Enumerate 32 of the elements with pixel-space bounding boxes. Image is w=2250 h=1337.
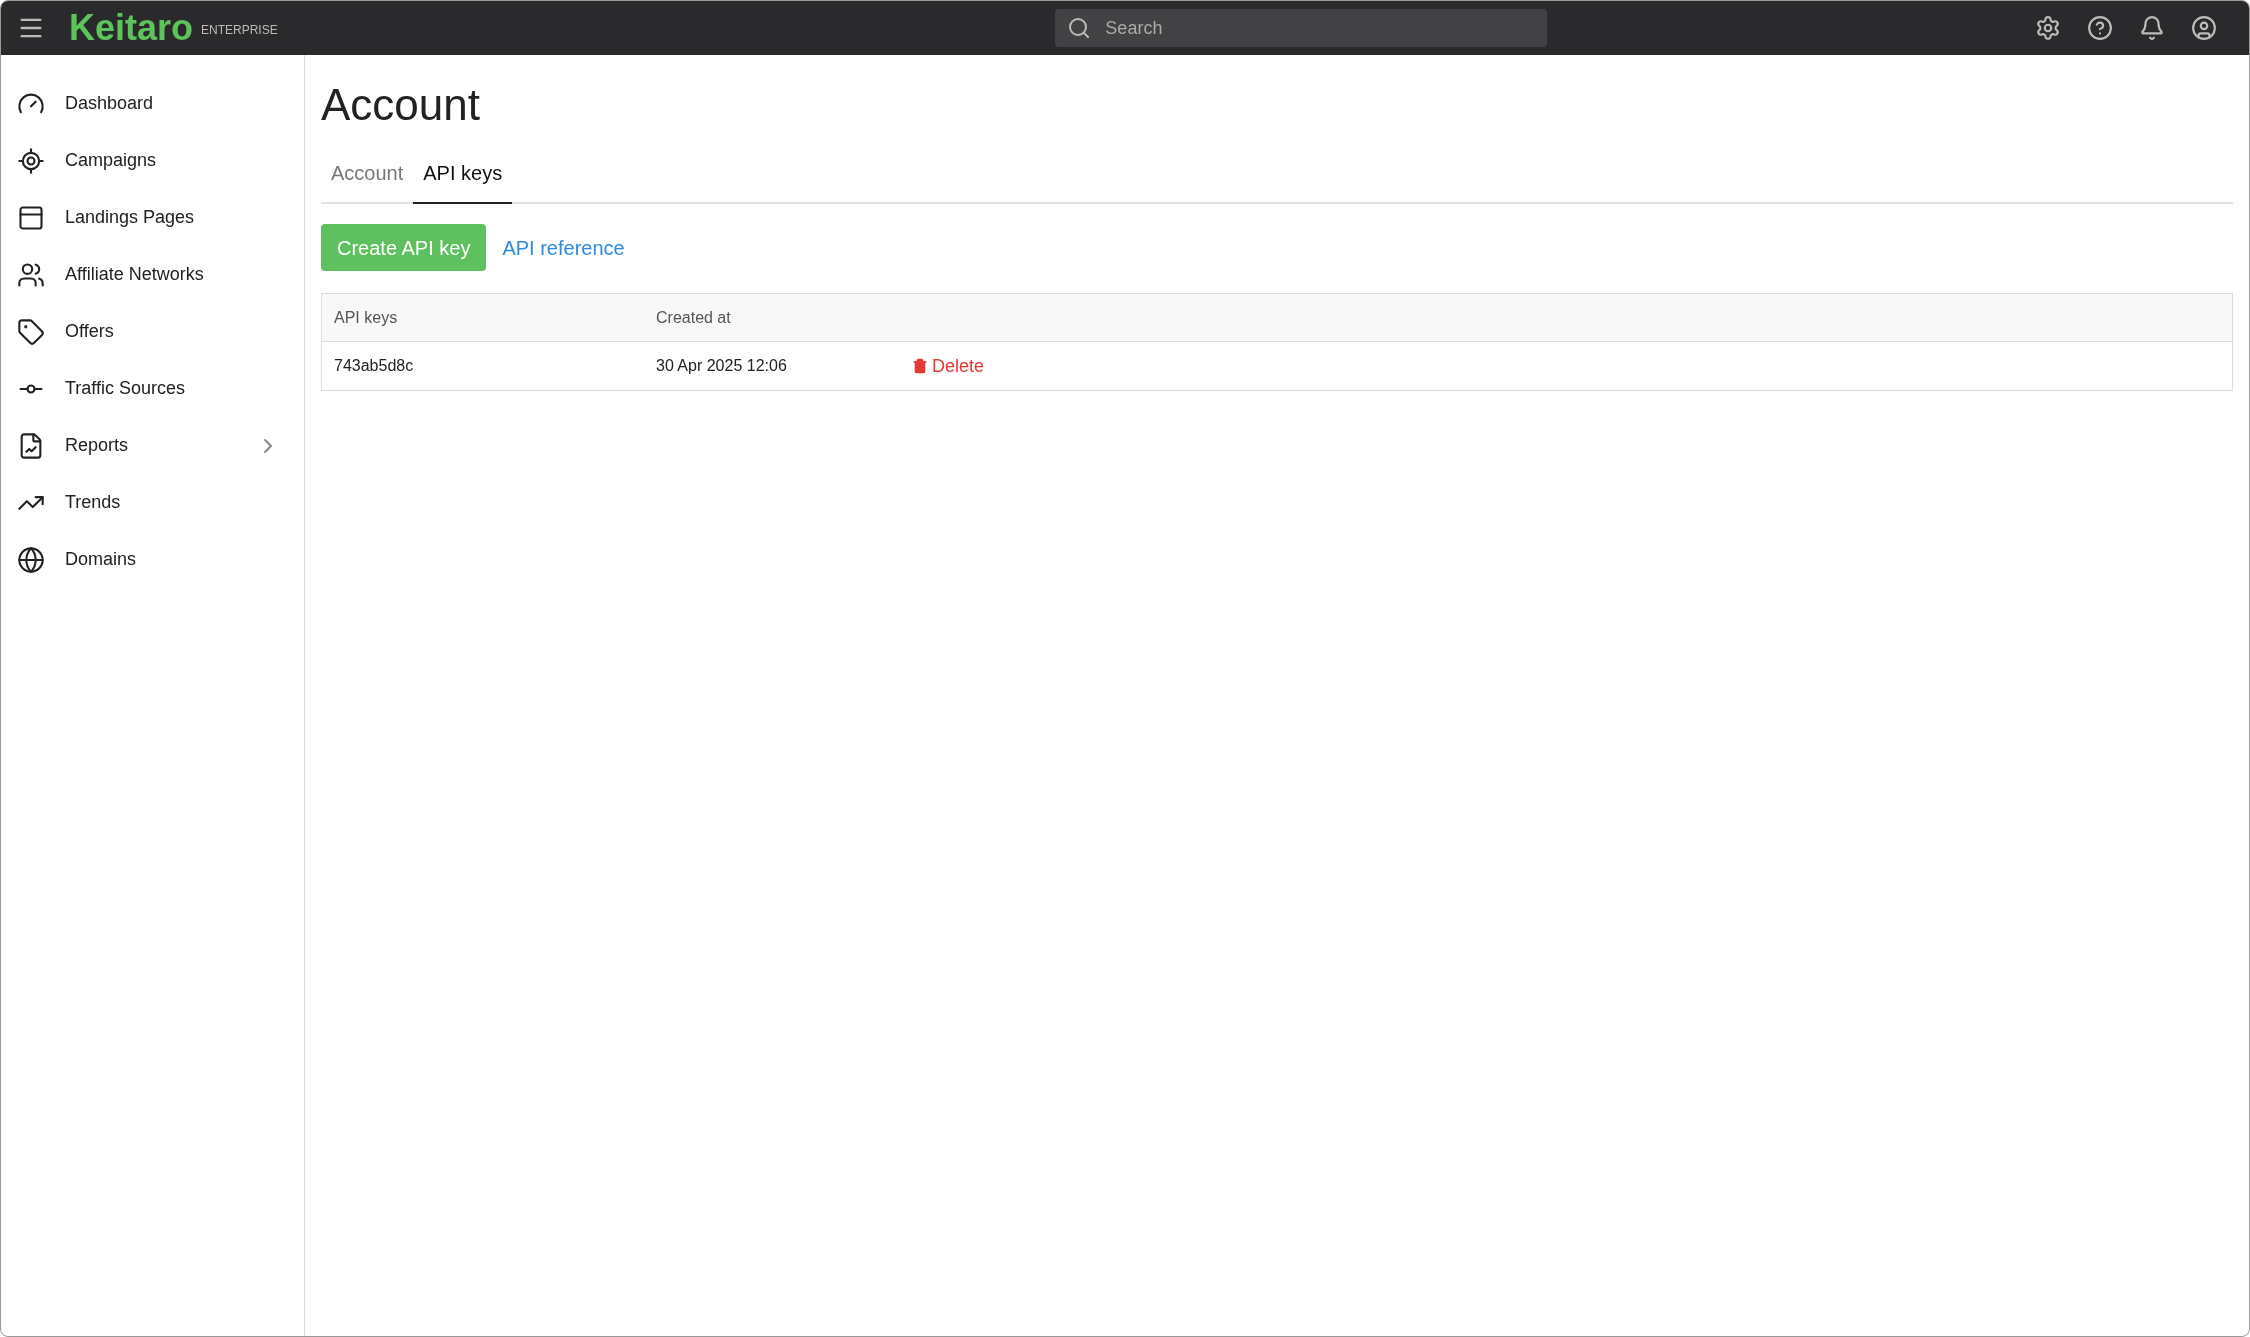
page-title: Account — [321, 79, 481, 131]
sidebar-item[interactable]: Campaigns — [1, 132, 304, 189]
page-icon — [17, 203, 45, 232]
edition-label: ENTERPRISE — [201, 22, 278, 39]
sidebar-item[interactable]: Traffic Sources — [1, 360, 304, 417]
column-header: Created at — [655, 307, 732, 328]
globe-icon — [17, 545, 45, 574]
tag-icon — [17, 317, 45, 346]
people-icon — [17, 260, 45, 289]
search-field[interactable]: Search — [1055, 9, 1548, 47]
help-icon[interactable] — [2087, 15, 2113, 41]
settings-icon[interactable] — [2035, 15, 2061, 41]
sidebar-item[interactable]: Dashboard — [1, 75, 304, 132]
sidebar-item[interactable]: Landings Pages — [1, 189, 304, 246]
sidebar-item[interactable]: Affiliate Networks — [1, 246, 304, 303]
user-icon[interactable] — [2191, 15, 2217, 41]
tab[interactable]: Account — [321, 154, 414, 204]
search-icon — [1067, 16, 1092, 40]
sidebar-item[interactable]: Trends — [1, 474, 304, 531]
sidebar-item[interactable]: Reports — [1, 417, 304, 474]
sidebar-item[interactable]: Offers — [1, 303, 304, 360]
target-icon — [17, 146, 45, 175]
sidebar-item[interactable]: Domains — [1, 531, 304, 588]
table-cell-text: 743ab5d8c — [333, 356, 415, 376]
delete-link[interactable]: Delete — [912, 352, 985, 380]
api-reference-link[interactable]: API reference — [502, 232, 625, 263]
tab[interactable]: API keys — [413, 154, 513, 204]
table-cell-text: 30 Apr 2025 12:06 — [655, 356, 788, 376]
column-header: API keys — [333, 307, 399, 328]
trash-icon — [912, 358, 928, 374]
logo: Keitaro — [69, 10, 194, 46]
bell-icon[interactable] — [2139, 15, 2165, 41]
